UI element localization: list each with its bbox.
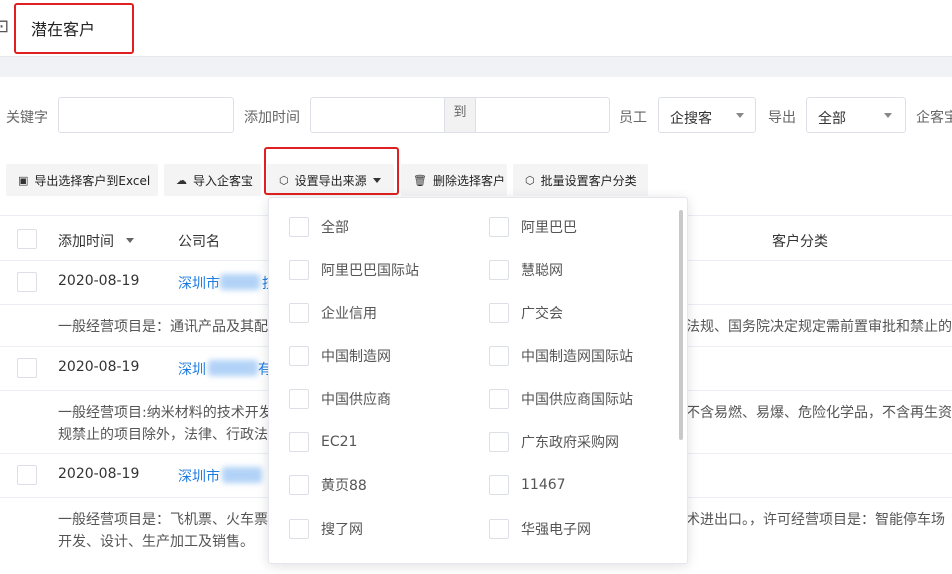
row-description-line2: 开发、设计、生产加工及销售。 xyxy=(58,534,254,550)
hexagon-icon: ⬡ xyxy=(525,173,535,187)
row-checkbox[interactable] xyxy=(17,272,37,292)
title-highlight-box xyxy=(14,3,134,54)
source-option[interactable]: 全部 xyxy=(289,216,349,238)
column-header-category: 客户分类 xyxy=(772,234,828,250)
row-date: 2020-08-19 xyxy=(58,466,140,482)
row-date: 2020-08-19 xyxy=(58,359,140,375)
start-date-input[interactable] xyxy=(311,98,444,132)
employee-label: 员工 xyxy=(619,110,647,126)
date-separator: 到 xyxy=(444,98,476,132)
keyword-input[interactable] xyxy=(58,97,234,133)
page-header: ⊡ 潜在客户 xyxy=(0,0,952,57)
delete-selected-label: 删除选择客户 xyxy=(432,173,505,188)
chevron-down-icon xyxy=(884,113,892,118)
dropdown-scrollbar[interactable] xyxy=(679,210,683,440)
column-header-company: 公司名 xyxy=(178,234,220,250)
redacted-blur xyxy=(222,467,262,483)
cloud-upload-icon: ☁ xyxy=(176,173,187,187)
sort-caret-icon[interactable] xyxy=(126,238,134,243)
row-checkbox[interactable] xyxy=(17,465,37,485)
export-select-value: 全部 xyxy=(818,111,846,127)
employee-select[interactable]: 企搜客 xyxy=(658,97,756,133)
export-source-highlight-box xyxy=(264,147,399,195)
company-name-link[interactable]: 深圳市 xyxy=(178,466,220,486)
row-description-tail: 法规、国务院决定规定需前置审批和禁止的 xyxy=(686,319,952,335)
chevron-down-icon xyxy=(736,113,744,118)
option-checkbox[interactable] xyxy=(289,217,309,237)
keyword-label: 关键字 xyxy=(6,110,48,126)
import-qikebao-button[interactable]: ☁ 导入企客宝 xyxy=(164,164,261,196)
select-all-checkbox[interactable] xyxy=(17,229,37,249)
source-option[interactable]: 11467 xyxy=(489,474,566,496)
option-checkbox[interactable] xyxy=(489,475,509,495)
option-checkbox[interactable] xyxy=(489,389,509,409)
source-option[interactable]: 黄页88 xyxy=(289,474,367,496)
row-description-tail: 术进出口。，许可经营项目是：智能停车场 xyxy=(686,512,945,528)
row-description-line2: 规禁止的项目除外，法律、行政法 xyxy=(58,427,268,443)
row-checkbox[interactable] xyxy=(17,358,37,378)
option-checkbox[interactable] xyxy=(289,519,309,539)
option-checkbox[interactable] xyxy=(289,432,309,452)
export-source-dropdown: 全部 阿里巴巴国际站 企业信用 中国制造网 中国供应商 EC21 黄页88 搜了… xyxy=(268,197,688,564)
source-option[interactable]: 阿里巴巴 xyxy=(489,216,577,238)
column-header-add-time[interactable]: 添加时间 xyxy=(58,231,114,251)
option-checkbox[interactable] xyxy=(489,217,509,237)
row-description: 一般经营项目是：通讯产品及其配 xyxy=(58,319,268,335)
export-excel-button[interactable]: ▣ 导出选择客户到Excel xyxy=(6,164,158,196)
source-option[interactable]: 中国供应商 xyxy=(289,388,391,410)
source-option[interactable]: 中国供应商国际站 xyxy=(489,388,633,410)
row-description-tail: 不含易燃、易爆、危险化学品，不含再生资源 xyxy=(686,405,952,421)
company-name-link[interactable]: 深圳市 xyxy=(178,273,220,293)
add-time-label: 添加时间 xyxy=(244,110,300,126)
delete-selected-button[interactable]: 🗑 删除选择客户 xyxy=(401,164,507,196)
source-option[interactable]: 搜了网 xyxy=(289,518,363,540)
batch-category-label: 批量设置客户分类 xyxy=(540,173,637,188)
option-checkbox[interactable] xyxy=(489,432,509,452)
source-option[interactable]: 慧聪网 xyxy=(489,259,563,281)
end-date-input[interactable] xyxy=(476,98,609,132)
option-checkbox[interactable] xyxy=(489,346,509,366)
option-checkbox[interactable] xyxy=(489,303,509,323)
source-option[interactable]: 广交会 xyxy=(489,302,563,324)
source-option[interactable]: 中国制造网 xyxy=(289,345,391,367)
redacted-blur xyxy=(220,274,260,290)
source-option[interactable]: 广东政府采购网 xyxy=(489,431,619,453)
option-checkbox[interactable] xyxy=(489,519,509,539)
employee-select-value: 企搜客 xyxy=(670,111,712,127)
option-checkbox[interactable] xyxy=(289,475,309,495)
qikebao-label: 企客宝 xyxy=(916,110,952,126)
source-option[interactable]: 华强电子网 xyxy=(489,518,591,540)
import-qikebao-label: 导入企客宝 xyxy=(193,173,254,188)
row-date: 2020-08-19 xyxy=(58,273,140,289)
source-option[interactable]: 中国制造网国际站 xyxy=(489,345,633,367)
row-description: 一般经营项目是：飞机票、火车票 xyxy=(58,512,268,528)
source-option[interactable]: 企业信用 xyxy=(289,302,377,324)
export-excel-label: 导出选择客户到Excel xyxy=(34,173,151,188)
company-name-link[interactable]: 深圳 xyxy=(178,359,206,379)
option-checkbox[interactable] xyxy=(289,260,309,280)
option-checkbox[interactable] xyxy=(489,260,509,280)
export-label: 导出 xyxy=(768,110,796,126)
row-description: 一般经营项目:纳米材料的技术开发 xyxy=(58,405,273,421)
excel-icon: ▣ xyxy=(18,173,29,187)
source-option[interactable]: EC21 xyxy=(289,431,357,453)
redacted-blur xyxy=(208,360,258,376)
header-separator-band xyxy=(0,57,952,77)
source-option[interactable]: 阿里巴巴国际站 xyxy=(289,259,419,281)
batch-category-button[interactable]: ⬡ 批量设置客户分类 xyxy=(513,164,648,196)
option-checkbox[interactable] xyxy=(289,346,309,366)
export-select[interactable]: 全部 xyxy=(806,97,906,133)
option-checkbox[interactable] xyxy=(289,389,309,409)
date-range-picker[interactable]: 到 xyxy=(310,97,610,133)
option-checkbox[interactable] xyxy=(289,303,309,323)
trash-icon: 🗑 xyxy=(413,173,427,187)
sidebar-toggle-icon[interactable]: ⊡ xyxy=(0,16,10,38)
